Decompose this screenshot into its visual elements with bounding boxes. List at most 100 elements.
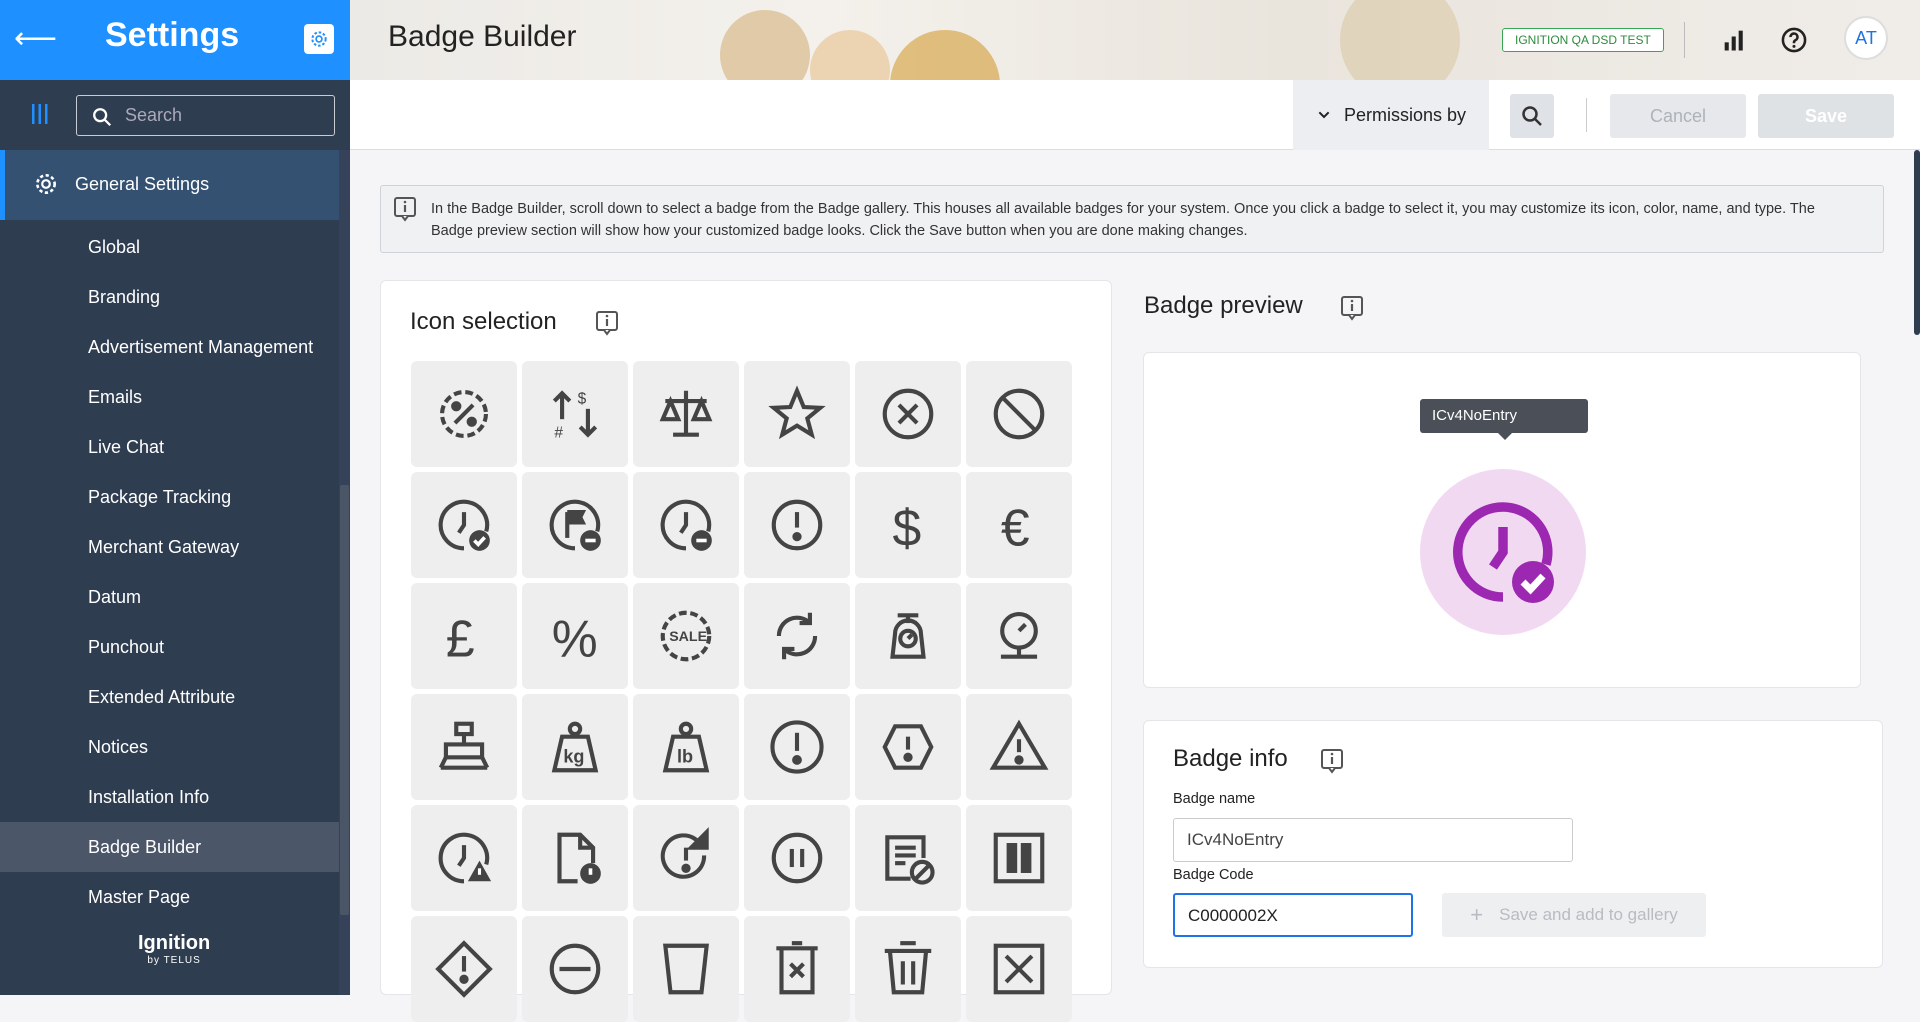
sidebar-item-datum[interactable]: Datum — [0, 572, 339, 622]
delete-box-icon[interactable] — [744, 916, 850, 1022]
save-and-add-to-gallery-button[interactable]: + Save and add to gallery — [1442, 893, 1706, 937]
note-cancel-icon[interactable] — [855, 805, 961, 911]
header-bg-decoration — [720, 10, 810, 80]
analytics-bar-icon[interactable] — [1720, 26, 1748, 54]
toolbar-divider — [1586, 98, 1587, 132]
sidebar-item-live-chat[interactable]: Live Chat — [0, 422, 339, 472]
alert-triangle-icon[interactable] — [966, 694, 1072, 800]
stamp-icon[interactable] — [411, 694, 517, 800]
pause-box-icon[interactable] — [966, 805, 1072, 911]
help-icon[interactable] — [1780, 26, 1808, 54]
refresh-icon[interactable] — [744, 583, 850, 689]
dollar-icon[interactable]: $ — [855, 472, 961, 578]
info-banner: In the Badge Builder, scroll down to sel… — [380, 185, 1884, 253]
save-button[interactable]: Save — [1758, 94, 1894, 138]
badge-info-title: Badge info — [1173, 745, 1288, 772]
clock-alert-icon[interactable] — [411, 805, 517, 911]
icon-selection-card: Icon selection $ # $ € £ % SALE kg lb — [380, 280, 1112, 1022]
badge-name-label: Badge name — [1173, 791, 1256, 807]
logo-subtext: by TELUS — [147, 955, 201, 966]
header-bg-decoration — [1340, 0, 1460, 80]
sidebar-item-merchant-gateway[interactable]: Merchant Gateway — [0, 522, 339, 572]
svg-text:kg: kg — [563, 747, 584, 767]
settings-gear-button[interactable] — [304, 24, 334, 54]
badge-preview-title: Badge preview — [1144, 292, 1303, 319]
header-divider — [1684, 22, 1685, 58]
sidebar-item-extended-attribute[interactable]: Extended Attribute — [0, 672, 339, 722]
restart-alert-icon[interactable] — [633, 805, 739, 911]
kg-weight-icon[interactable]: kg — [522, 694, 628, 800]
info-icon[interactable] — [1340, 295, 1364, 321]
trash-icon[interactable] — [855, 916, 961, 1022]
close-circle-icon[interactable] — [855, 361, 961, 467]
svg-text:€: € — [1001, 499, 1030, 556]
plus-icon: + — [1470, 902, 1484, 927]
sidebar-item-notices[interactable]: Notices — [0, 722, 339, 772]
logo-text: Ignition — [138, 932, 211, 954]
svg-text:lb: lb — [677, 747, 693, 767]
lb-weight-icon[interactable]: lb — [633, 694, 739, 800]
sidebar-section-general-settings[interactable]: General Settings — [0, 150, 339, 220]
clock-minus-icon[interactable] — [633, 472, 739, 578]
toolbar: Permissions by Cancel Save — [350, 80, 1920, 150]
sidebar-nav: Global Branding Advertisement Management… — [0, 222, 339, 922]
sidebar-scrollbar[interactable] — [339, 150, 350, 995]
close-box-icon[interactable] — [966, 916, 1072, 1022]
file-alert-icon[interactable] — [522, 805, 628, 911]
info-icon[interactable] — [595, 310, 619, 336]
alert-diamond-icon[interactable] — [411, 916, 517, 1022]
info-icon — [394, 197, 416, 222]
sort-dollar-icon[interactable]: $ # — [522, 361, 628, 467]
chevron-down-icon — [1318, 111, 1330, 119]
sidebar-search-input[interactable]: Search — [76, 95, 335, 136]
alert-circle-large-icon[interactable] — [744, 694, 850, 800]
sidebar-item-badge-builder[interactable]: Badge Builder — [0, 822, 339, 872]
main-scrollbar[interactable] — [1914, 150, 1920, 335]
pound-icon[interactable]: £ — [411, 583, 517, 689]
cup-icon[interactable] — [633, 916, 739, 1022]
badge-info-card: Badge info Badge name ICv4NoEntry Badge … — [1143, 720, 1883, 968]
scale-balance-icon[interactable] — [633, 361, 739, 467]
percent-badge-icon[interactable] — [411, 361, 517, 467]
search-icon — [1522, 106, 1542, 126]
badge-preview-card: ICv4NoEntry — [1143, 352, 1861, 688]
gear-icon — [36, 174, 56, 194]
permissions-label: Permissions by — [1343, 104, 1467, 125]
sidebar-item-punchout[interactable]: Punchout — [0, 622, 339, 672]
header-bg-decoration — [890, 30, 1000, 80]
sidebar-item-master-page[interactable]: Master Page — [0, 872, 339, 922]
add-button-label: Save and add to gallery — [1499, 905, 1678, 924]
badge-code-input[interactable]: C0000002X — [1173, 893, 1413, 937]
badge-preview — [1420, 469, 1586, 635]
cancel-button[interactable]: Cancel — [1610, 94, 1746, 138]
sidebar-item-advertisement-management[interactable]: Advertisement Management — [0, 322, 339, 372]
toolbar-search-button[interactable] — [1510, 94, 1554, 138]
info-icon[interactable] — [1320, 748, 1344, 774]
minus-circle-icon[interactable] — [522, 916, 628, 1022]
euro-icon[interactable]: € — [966, 472, 1072, 578]
back-arrow-icon[interactable]: ⟵ — [14, 22, 57, 56]
sidebar-item-installation-info[interactable]: Installation Info — [0, 772, 339, 822]
sale-icon[interactable]: SALE — [633, 583, 739, 689]
sidebar-item-global[interactable]: Global — [0, 222, 339, 272]
sidebar-item-emails[interactable]: Emails — [0, 372, 339, 422]
alert-octagon-icon[interactable] — [855, 694, 961, 800]
weight-scale-icon[interactable] — [966, 583, 1072, 689]
percent-icon[interactable]: % — [522, 583, 628, 689]
block-icon[interactable] — [966, 361, 1072, 467]
flag-minus-icon[interactable] — [522, 472, 628, 578]
user-avatar[interactable]: AT — [1844, 16, 1888, 60]
page-title: Badge Builder — [388, 20, 577, 53]
sidebar-scroll-thumb[interactable] — [340, 485, 349, 915]
alert-circle-icon[interactable] — [744, 472, 850, 578]
pause-circle-icon[interactable] — [744, 805, 850, 911]
sidebar-item-package-tracking[interactable]: Package Tracking — [0, 472, 339, 522]
search-placeholder: Search — [125, 105, 183, 125]
kitchen-scale-icon[interactable] — [855, 583, 961, 689]
sidebar-item-branding[interactable]: Branding — [0, 272, 339, 322]
menu-bars-icon[interactable] — [30, 102, 50, 126]
star-icon[interactable] — [744, 361, 850, 467]
clock-check-icon[interactable] — [411, 472, 517, 578]
badge-name-input[interactable]: ICv4NoEntry — [1173, 818, 1573, 862]
permissions-dropdown[interactable]: Permissions by — [1293, 80, 1489, 150]
